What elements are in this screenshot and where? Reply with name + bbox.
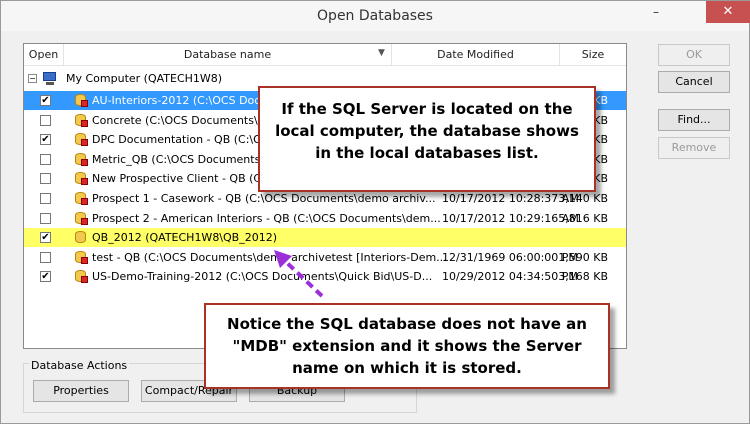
database-name: US-Demo-Training-2012 (C:\OCS Documents\… (92, 270, 433, 284)
ok-button[interactable]: OK (658, 44, 730, 66)
file-size: 3,140 KB (558, 192, 608, 205)
file-size: 1,590 KB (558, 250, 608, 264)
open-checkbox[interactable]: ✔ (40, 271, 51, 283)
database-name: DPC Documentation - QB (C:\OCS (92, 133, 277, 147)
open-checkbox[interactable] (40, 114, 51, 126)
database-icon (74, 171, 88, 186)
database-name: QB_2012 (QATECH1W8\QB_2012) (92, 231, 278, 245)
find-button[interactable]: Find... (658, 109, 730, 131)
database-name: New Prospective Client - QB (C:\ (92, 172, 269, 186)
open-checkbox[interactable]: ✔ (40, 232, 51, 244)
properties-button[interactable]: Properties (33, 380, 129, 402)
close-button[interactable]: ✕ (706, 1, 750, 23)
list-header: Open Database name ▼ Date Modified Size (24, 44, 626, 66)
open-checkbox[interactable] (40, 193, 51, 204)
database-name: Metric_QB (C:\OCS Documents\Qu (92, 152, 280, 166)
database-icon (74, 191, 88, 205)
database-icon (74, 211, 88, 225)
minimize-button[interactable]: – (643, 5, 669, 23)
window-title: Open Databases (317, 8, 433, 24)
tree-root-label: My Computer (QATECH1W8) (66, 72, 223, 85)
title-bar: Open Databases – ✕ (1, 1, 750, 31)
column-header-date-modified[interactable]: Date Modified (392, 44, 560, 66)
database-name: Prospect 1 - Casework - QB (C:\OCS Docum… (92, 192, 436, 205)
database-name: Concrete (C:\OCS Documents\Qui (92, 113, 277, 127)
database-icon (74, 269, 88, 284)
remove-button[interactable]: Remove (658, 137, 730, 159)
callout-local-server: If the SQL Server is located on the loca… (258, 86, 596, 192)
table-row[interactable]: ✔ QB_2012 (QATECH1W8\QB_2012) (24, 228, 626, 248)
open-checkbox[interactable] (40, 173, 51, 185)
table-row[interactable]: Prospect 2 - American Interiors - QB (C:… (24, 209, 626, 228)
collapse-icon[interactable]: − (28, 74, 37, 83)
open-checkbox[interactable]: ✔ (40, 95, 51, 106)
database-icon (74, 93, 88, 107)
database-icon (74, 132, 88, 147)
callout-sql-database: Notice the SQL database does not have an… (204, 303, 610, 389)
file-size: 5,816 KB (558, 211, 608, 225)
cancel-button[interactable]: Cancel (658, 71, 730, 93)
computer-icon (42, 72, 57, 85)
pointer-arrow-icon (274, 250, 324, 298)
database-icon (74, 152, 88, 166)
database-name: Prospect 2 - American Interiors - QB (C:… (92, 211, 441, 225)
open-checkbox[interactable] (40, 251, 51, 263)
sort-descending-icon: ▼ (378, 48, 385, 58)
database-icon (74, 113, 88, 127)
open-checkbox[interactable] (40, 212, 51, 224)
open-checkbox[interactable]: ✔ (40, 134, 51, 146)
database-icon (74, 250, 88, 264)
database-actions-label: Database Actions (29, 359, 130, 372)
file-size: 3,168 KB (558, 270, 608, 284)
column-header-size[interactable]: Size (560, 44, 626, 66)
database-icon (74, 230, 88, 244)
open-checkbox[interactable] (40, 153, 51, 165)
database-name: AU-Interiors-2012 (C:\OCS Docume (92, 94, 285, 107)
column-header-database-name[interactable]: Database name (64, 44, 392, 66)
column-header-open[interactable]: Open (24, 44, 64, 66)
tree-root-my-computer[interactable]: − My Computer (QATECH1W8) (26, 71, 426, 87)
